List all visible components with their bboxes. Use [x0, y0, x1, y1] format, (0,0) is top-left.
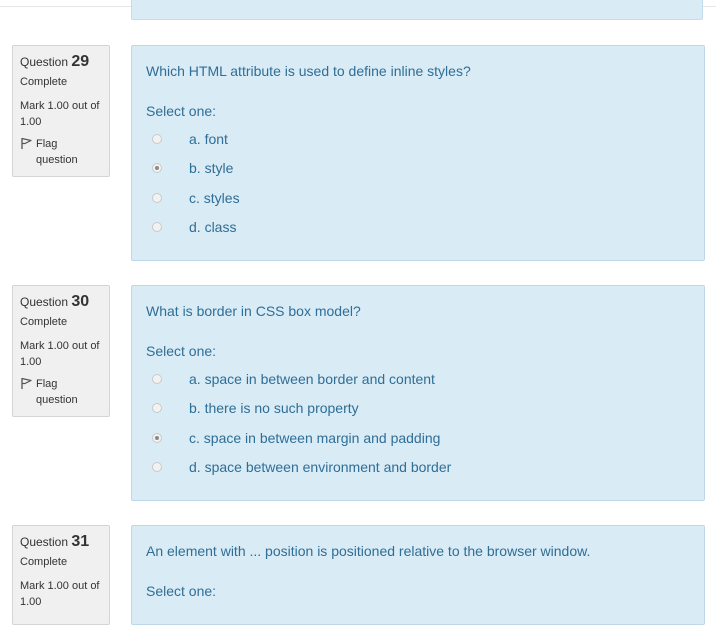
- question-info-31: Question 31 Complete Mark 1.00 out of 1.…: [12, 525, 110, 625]
- answer-radio[interactable]: [152, 163, 162, 174]
- answer-option[interactable]: c. space in between margin and padding: [146, 423, 690, 453]
- answer-label: c. styles: [189, 189, 240, 206]
- flag-label: Flag question: [36, 378, 78, 406]
- answer-option[interactable]: a. space in between border and content: [146, 364, 690, 394]
- answer-label: b. there is no such property: [189, 400, 359, 417]
- answer-option[interactable]: b. there is no such property: [146, 394, 690, 424]
- answer-option[interactable]: c. styles: [146, 183, 690, 213]
- question-state: Complete: [20, 556, 68, 568]
- select-prompt: Select one:: [146, 343, 217, 359]
- flag-question-link[interactable]: Flag question: [20, 136, 102, 168]
- flag-question-link[interactable]: Flag question: [20, 376, 102, 408]
- answer-list: a. font b. style c. styles d. class: [146, 124, 690, 242]
- question-content-29: Which HTML attribute is used to define i…: [131, 45, 705, 261]
- answer-label: c. space in between margin and padding: [189, 429, 441, 446]
- question-number: Question 29: [20, 53, 90, 70]
- question-text: What is border in CSS box model?: [146, 303, 361, 319]
- question-grade: Mark 1.00 out of 1.00: [20, 100, 100, 128]
- question-info-29: Question 29 Complete Mark 1.00 out of 1.…: [12, 45, 110, 177]
- answer-option[interactable]: d. space between environment and border: [146, 453, 690, 483]
- answer-option[interactable]: d. class: [146, 213, 690, 243]
- select-prompt: Select one:: [146, 103, 217, 119]
- select-prompt: Select one:: [146, 583, 217, 599]
- question-grade: Mark 1.00 out of 1.00: [20, 580, 100, 608]
- answer-label: d. class: [189, 219, 237, 236]
- answer-radio[interactable]: [152, 403, 162, 414]
- question-grade: Mark 1.00 out of 1.00: [20, 340, 100, 368]
- answer-label: a. space in between border and content: [189, 370, 435, 387]
- question-info-30: Question 30 Complete Mark 1.00 out of 1.…: [12, 285, 110, 417]
- question-content-30: What is border in CSS box model? Select …: [131, 285, 705, 501]
- question-state: Complete: [20, 316, 68, 328]
- question-content-31: An element with ... position is position…: [131, 525, 705, 625]
- flag-label: Flag question: [36, 138, 78, 166]
- question-number: Question 31: [20, 533, 90, 550]
- question-text: Which HTML attribute is used to define i…: [146, 63, 471, 79]
- question-number: Question 30: [20, 293, 90, 310]
- question-text: An element with ... position is position…: [146, 543, 591, 559]
- answer-option[interactable]: a. font: [146, 124, 690, 154]
- answer-label: d. space between environment and border: [189, 459, 452, 476]
- flag-icon: [21, 377, 32, 389]
- answer-radio[interactable]: [152, 192, 162, 203]
- question-state: Complete: [20, 76, 68, 88]
- previous-question-content: [131, 0, 703, 20]
- flag-icon: [21, 137, 32, 149]
- answer-radio[interactable]: [152, 222, 162, 233]
- answer-radio[interactable]: [152, 462, 162, 473]
- answer-label: b. style: [189, 160, 234, 177]
- answer-radio[interactable]: [152, 373, 162, 384]
- answer-radio[interactable]: [152, 432, 162, 443]
- answer-label: a. font: [189, 130, 228, 147]
- answer-radio[interactable]: [152, 133, 162, 144]
- answer-option[interactable]: b. style: [146, 154, 690, 184]
- answer-list: a. space in between border and content b…: [146, 364, 690, 482]
